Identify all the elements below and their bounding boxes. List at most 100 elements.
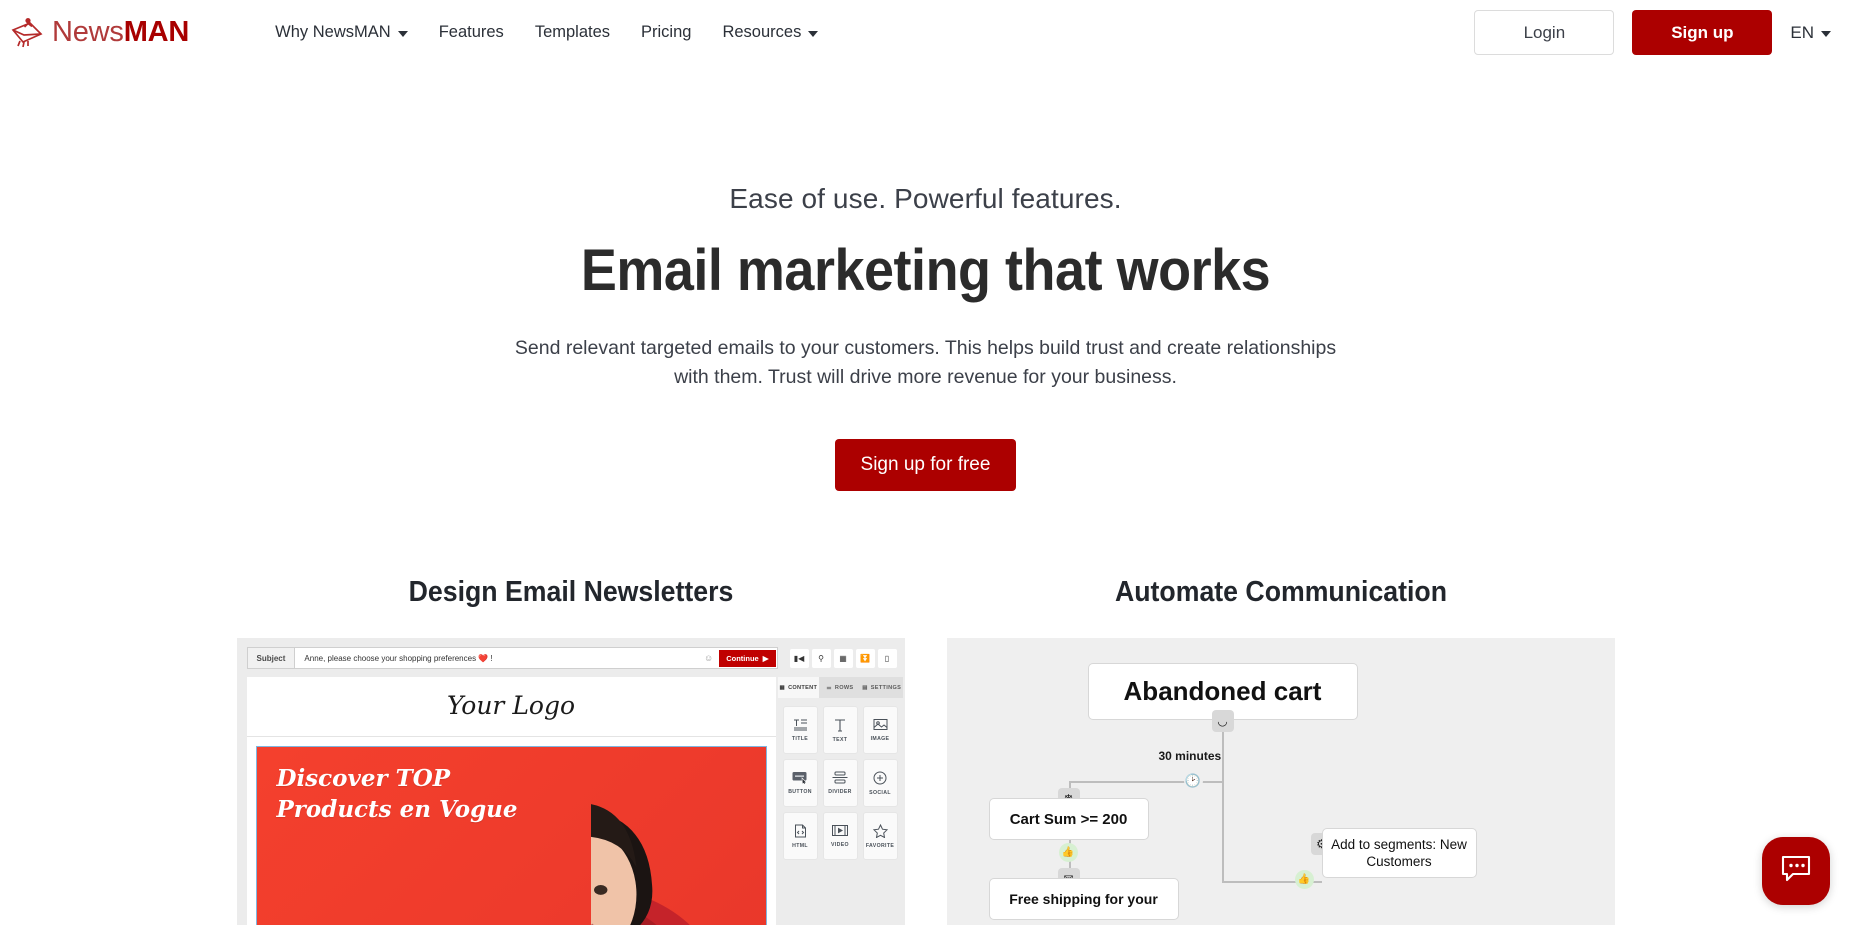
nav-label: Templates <box>534 23 611 41</box>
editor-body: Your Logo Discover TOP Products en Vogue <box>237 677 905 925</box>
main-navigation: Why NewsMAN Features Templates Pricing R… <box>275 23 819 42</box>
block-label: DIVIDER <box>828 789 852 796</box>
nav-item-pricing[interactable]: Pricing <box>641 23 691 42</box>
comment-icon[interactable]: ▯ <box>877 648 897 668</box>
block-label: VIDEO <box>831 842 849 849</box>
chevron-down-icon <box>1821 30 1831 37</box>
block-title[interactable]: TITLE <box>782 706 818 755</box>
block-html[interactable]: HTML <box>782 812 818 861</box>
nav-item-templates[interactable]: Templates <box>535 23 610 42</box>
rows-icon: ⚌ <box>826 684 832 691</box>
block-label: HTML <box>792 842 808 849</box>
continue-label: Continue <box>726 653 759 663</box>
block-label: BUTTON <box>788 789 812 796</box>
video-icon <box>832 824 848 837</box>
road-icon[interactable]: ◡ <box>1211 710 1234 733</box>
editor-toolbar: Subject Anne, please choose your shoppin… <box>237 638 905 677</box>
block-divider[interactable]: DIVIDER <box>822 759 858 808</box>
chevron-down-icon <box>397 30 408 37</box>
block-video[interactable]: VIDEO <box>822 812 858 861</box>
nav-item-features[interactable]: Features <box>439 23 504 42</box>
subject-bar[interactable]: Subject Anne, please choose your shoppin… <box>246 647 778 670</box>
clock-icon: 🕑 <box>1183 771 1203 791</box>
tab-rows[interactable]: ⚌ ROWS <box>819 677 861 699</box>
upload-icon[interactable]: ⏬ <box>855 648 875 668</box>
text-icon <box>833 718 847 732</box>
editor-side-panel: ▦ CONTENT ⚌ ROWS ▤ SETTINGS TITLE TEXT I… <box>775 677 905 925</box>
block-label: TEXT <box>832 736 848 743</box>
flow-delay-label: 30 minutes <box>1158 749 1222 764</box>
automation-flow-screenshot: Abandoned cart ◡ 30 minutes 🕑 ☸ Cart Sum… <box>946 638 1615 925</box>
canvas-hero-banner[interactable]: Discover TOP Products en Vogue <box>255 746 767 925</box>
nav-label: Why NewsMAN <box>275 23 391 41</box>
hero-section: Ease of use. Powerful features. Email ma… <box>0 65 1851 492</box>
grid-icon[interactable]: ▦ <box>833 648 853 668</box>
block-button[interactable]: BUTTON <box>782 759 818 808</box>
image-icon <box>873 718 888 731</box>
subject-label: Subject <box>247 648 296 669</box>
envelope-logo-icon <box>10 17 44 49</box>
tab-content[interactable]: ▦ CONTENT <box>777 677 820 699</box>
email-canvas[interactable]: Your Logo Discover TOP Products en Vogue <box>246 677 776 925</box>
panel-tabs: ▦ CONTENT ⚌ ROWS ▤ SETTINGS <box>777 677 903 699</box>
block-favorite[interactable]: FAVORITE <box>862 812 898 861</box>
block-text[interactable]: TEXT <box>822 706 858 755</box>
login-button[interactable]: Login <box>1474 10 1615 55</box>
site-logo[interactable]: NewsMAN <box>10 16 189 49</box>
site-header: NewsMAN Why NewsMAN Features Templates P… <box>0 0 1851 65</box>
flow-node-email-action[interactable]: Free shipping for your <box>988 878 1179 921</box>
nav-label: Features <box>438 23 504 41</box>
site-logo-text: NewsMAN <box>52 16 189 49</box>
block-social[interactable]: SOCIAL <box>862 759 898 808</box>
tab-settings[interactable]: ▤ SETTINGS <box>860 677 903 699</box>
block-label: FAVORITE <box>865 842 895 849</box>
thumbs-up-icon: 👍 <box>1294 870 1314 890</box>
nav-label: Pricing <box>641 23 692 41</box>
hero-eyebrow: Ease of use. Powerful features. <box>729 183 1122 214</box>
play-arrow-icon: ▶ <box>762 653 769 663</box>
tab-label: ROWS <box>834 684 854 691</box>
feature-heading-automate: Automate Communication <box>1114 576 1447 609</box>
feature-automate-communication: Automate Communication Abandoned cart ◡ … <box>946 576 1615 925</box>
emoji-picker-icon[interactable]: ☺ <box>698 653 719 663</box>
hero-subtitle: Send relevant targeted emails to your cu… <box>514 337 1337 388</box>
block-label: SOCIAL <box>869 789 891 796</box>
subject-input[interactable]: Anne, please choose your shopping prefer… <box>295 654 698 663</box>
title-icon <box>793 718 808 731</box>
nav-item-resources[interactable]: Resources <box>722 23 819 42</box>
social-plus-icon <box>873 771 887 785</box>
page-title: Email marketing that works <box>580 238 1271 303</box>
signup-button[interactable]: Sign up <box>1632 10 1773 55</box>
editor-tool-buttons: ▮◀ ⚲ ▦ ⏬ ▯ <box>789 648 897 668</box>
code-icon <box>794 824 807 838</box>
block-label: TITLE <box>791 736 809 743</box>
block-image[interactable]: IMAGE <box>862 706 898 755</box>
nav-item-why-newsman[interactable]: Why NewsMAN <box>275 23 408 42</box>
tab-label: SETTINGS <box>870 684 902 691</box>
hero-signup-button[interactable]: Sign up for free <box>834 439 1017 492</box>
feature-heading-design: Design Email Newsletters <box>408 576 733 609</box>
settings-panel-icon: ▤ <box>862 684 868 691</box>
flow-node-segment-action[interactable]: Add to segments: New Customers <box>1321 828 1477 879</box>
content-grid-icon: ▦ <box>779 684 786 691</box>
block-label: IMAGE <box>870 736 890 743</box>
canvas-logo-text: Your Logo <box>246 677 776 738</box>
star-icon <box>872 823 888 838</box>
flow-node-condition[interactable]: Cart Sum >= 200 <box>988 798 1149 841</box>
model-photo <box>590 804 689 925</box>
banner-line-1: Discover TOP <box>276 765 451 793</box>
language-selector[interactable]: EN <box>1790 23 1835 43</box>
mobile-preview-icon[interactable]: ▮◀ <box>789 648 809 668</box>
logo-text-bold: MAN <box>123 16 190 48</box>
zoom-preview-icon[interactable]: ⚲ <box>811 648 831 668</box>
chat-bubble-icon <box>1779 854 1813 889</box>
divider-icon <box>832 771 848 784</box>
continue-button[interactable]: Continue ▶ <box>719 649 776 667</box>
nav-label: Resources <box>722 23 802 41</box>
flow-connector <box>1221 781 1224 882</box>
features-section: Design Email Newsletters Subject Anne, p… <box>0 576 1851 925</box>
chat-widget-button[interactable] <box>1762 837 1830 905</box>
banner-text: Discover TOP Products en Vogue <box>257 747 518 925</box>
content-blocks-grid: TITLE TEXT IMAGE BUTTON DIVIDER SOCIAL H… <box>778 698 903 868</box>
feature-design-newsletters: Design Email Newsletters Subject Anne, p… <box>236 576 905 925</box>
